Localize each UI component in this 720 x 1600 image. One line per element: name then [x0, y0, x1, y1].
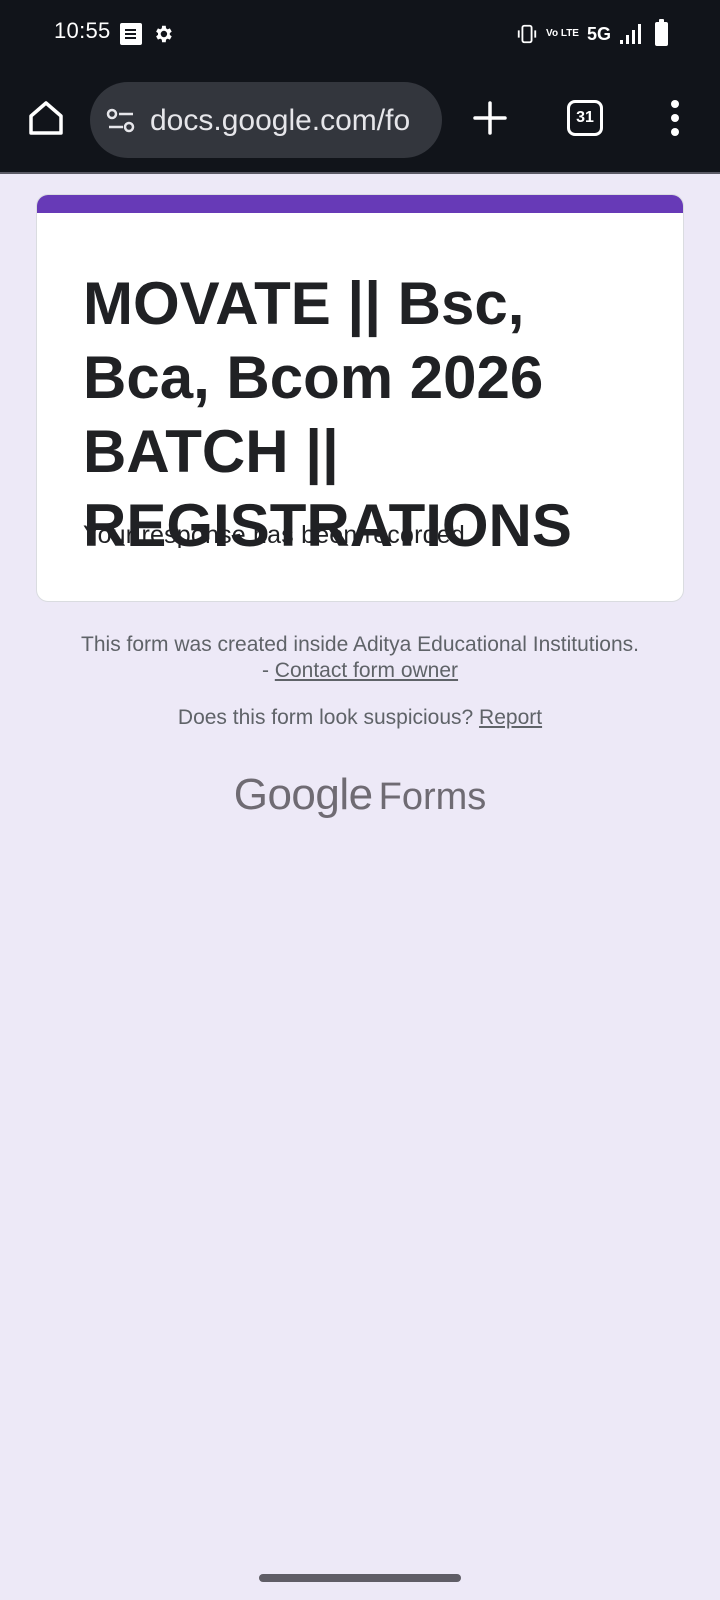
battery-icon	[655, 19, 668, 46]
form-card: MOVATE || Bsc, Bca, Bcom 2026 BATCH || R…	[36, 194, 684, 602]
tab-switcher-button[interactable]: 31	[567, 100, 603, 136]
report-line: Does this form look suspicious? Report	[80, 706, 640, 730]
site-info-icon[interactable]	[106, 108, 136, 134]
contact-owner-link[interactable]: Contact form owner	[275, 659, 458, 682]
volte-label: Vo LTE	[546, 28, 579, 39]
form-title: MOVATE || Bsc, Bca, Bcom 2026 BATCH || R…	[83, 270, 572, 559]
plus-icon[interactable]	[472, 100, 508, 136]
confirmation-message: Your response has been recorded	[83, 521, 465, 549]
logo-google-text: Google	[233, 770, 373, 819]
form-creator-notice: This form was created inside Aditya Educ…	[80, 632, 640, 684]
suspicious-text: Does this form look suspicious?	[177, 706, 474, 729]
url-text[interactable]: docs.google.com/fo	[150, 104, 410, 138]
notification-note-icon	[120, 23, 142, 45]
network-type: 5G	[586, 23, 611, 44]
status-bar: 10:55 Vo LTE 5G	[0, 0, 720, 68]
url-bar[interactable]: docs.google.com/fo	[90, 82, 442, 158]
browser-toolbar: docs.google.com/fo 31	[0, 68, 720, 174]
status-time: 10:55	[54, 18, 111, 43]
gesture-navigation-bar[interactable]	[259, 1574, 461, 1582]
logo-forms-text: Forms	[378, 776, 487, 818]
signal-icon	[620, 24, 641, 44]
more-vert-icon[interactable]	[662, 98, 688, 138]
settings-gear-icon	[156, 25, 172, 43]
vibrate-icon	[517, 24, 537, 44]
report-link[interactable]: Report	[479, 706, 542, 729]
google-forms-logo[interactable]: Google Forms	[80, 770, 640, 820]
home-icon[interactable]	[26, 98, 66, 138]
status-indicators: Vo LTE 5G	[516, 19, 668, 48]
card-accent-bar	[37, 195, 683, 213]
